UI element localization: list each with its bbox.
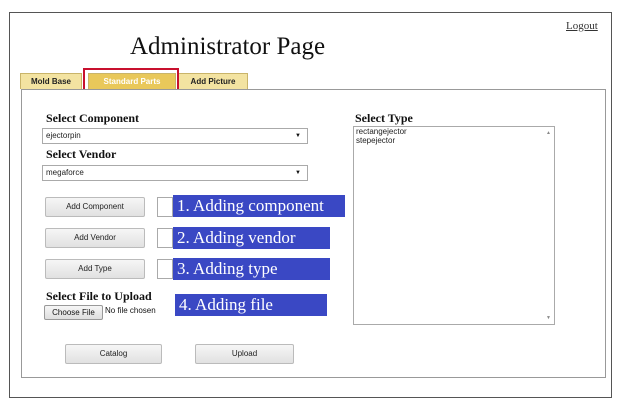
tab-mold-base[interactable]: Mold Base	[20, 73, 82, 89]
component-name-input[interactable]	[157, 197, 173, 217]
type-name-input[interactable]	[157, 259, 173, 279]
add-type-button[interactable]: Add Type	[45, 259, 145, 279]
list-item[interactable]: rectangejector	[354, 127, 554, 136]
select-type-label: Select Type	[355, 111, 413, 125]
catalog-button[interactable]: Catalog	[65, 344, 162, 364]
callout-adding-vendor: 2. Adding vendor	[173, 227, 330, 249]
chevron-down-icon: ▼	[295, 133, 301, 139]
select-vendor-label: Select Vendor	[46, 147, 117, 161]
file-status-text: No file chosen	[105, 306, 156, 315]
callout-adding-file: 4. Adding file	[175, 294, 327, 316]
callout-adding-component: 1. Adding component	[173, 195, 345, 217]
component-select-value: ejectorpin	[46, 131, 81, 140]
page-title: Administrator Page	[130, 33, 326, 60]
add-vendor-button[interactable]: Add Vendor	[45, 228, 145, 248]
select-file-label: Select File to Upload	[46, 289, 152, 303]
type-listbox[interactable]: rectangejector stepejector ▲ ▼	[353, 126, 555, 325]
component-select[interactable]: ejectorpin ▼	[42, 128, 308, 144]
callout-adding-type: 3. Adding type	[173, 258, 330, 280]
list-item[interactable]: stepejector	[354, 136, 554, 145]
vendor-select-value: megaforce	[46, 168, 84, 177]
scroll-down-icon[interactable]: ▼	[546, 315, 551, 321]
add-component-button[interactable]: Add Component	[45, 197, 145, 217]
upload-button[interactable]: Upload	[195, 344, 294, 364]
vendor-name-input[interactable]	[157, 228, 173, 248]
logout-link[interactable]: Logout	[566, 20, 598, 32]
tab-add-picture[interactable]: Add Picture	[178, 73, 248, 89]
choose-file-button[interactable]: Choose File	[44, 305, 103, 320]
vendor-select[interactable]: megaforce ▼	[42, 165, 308, 181]
select-component-label: Select Component	[46, 111, 139, 125]
scroll-up-icon[interactable]: ▲	[546, 130, 551, 136]
chevron-down-icon: ▼	[295, 170, 301, 176]
